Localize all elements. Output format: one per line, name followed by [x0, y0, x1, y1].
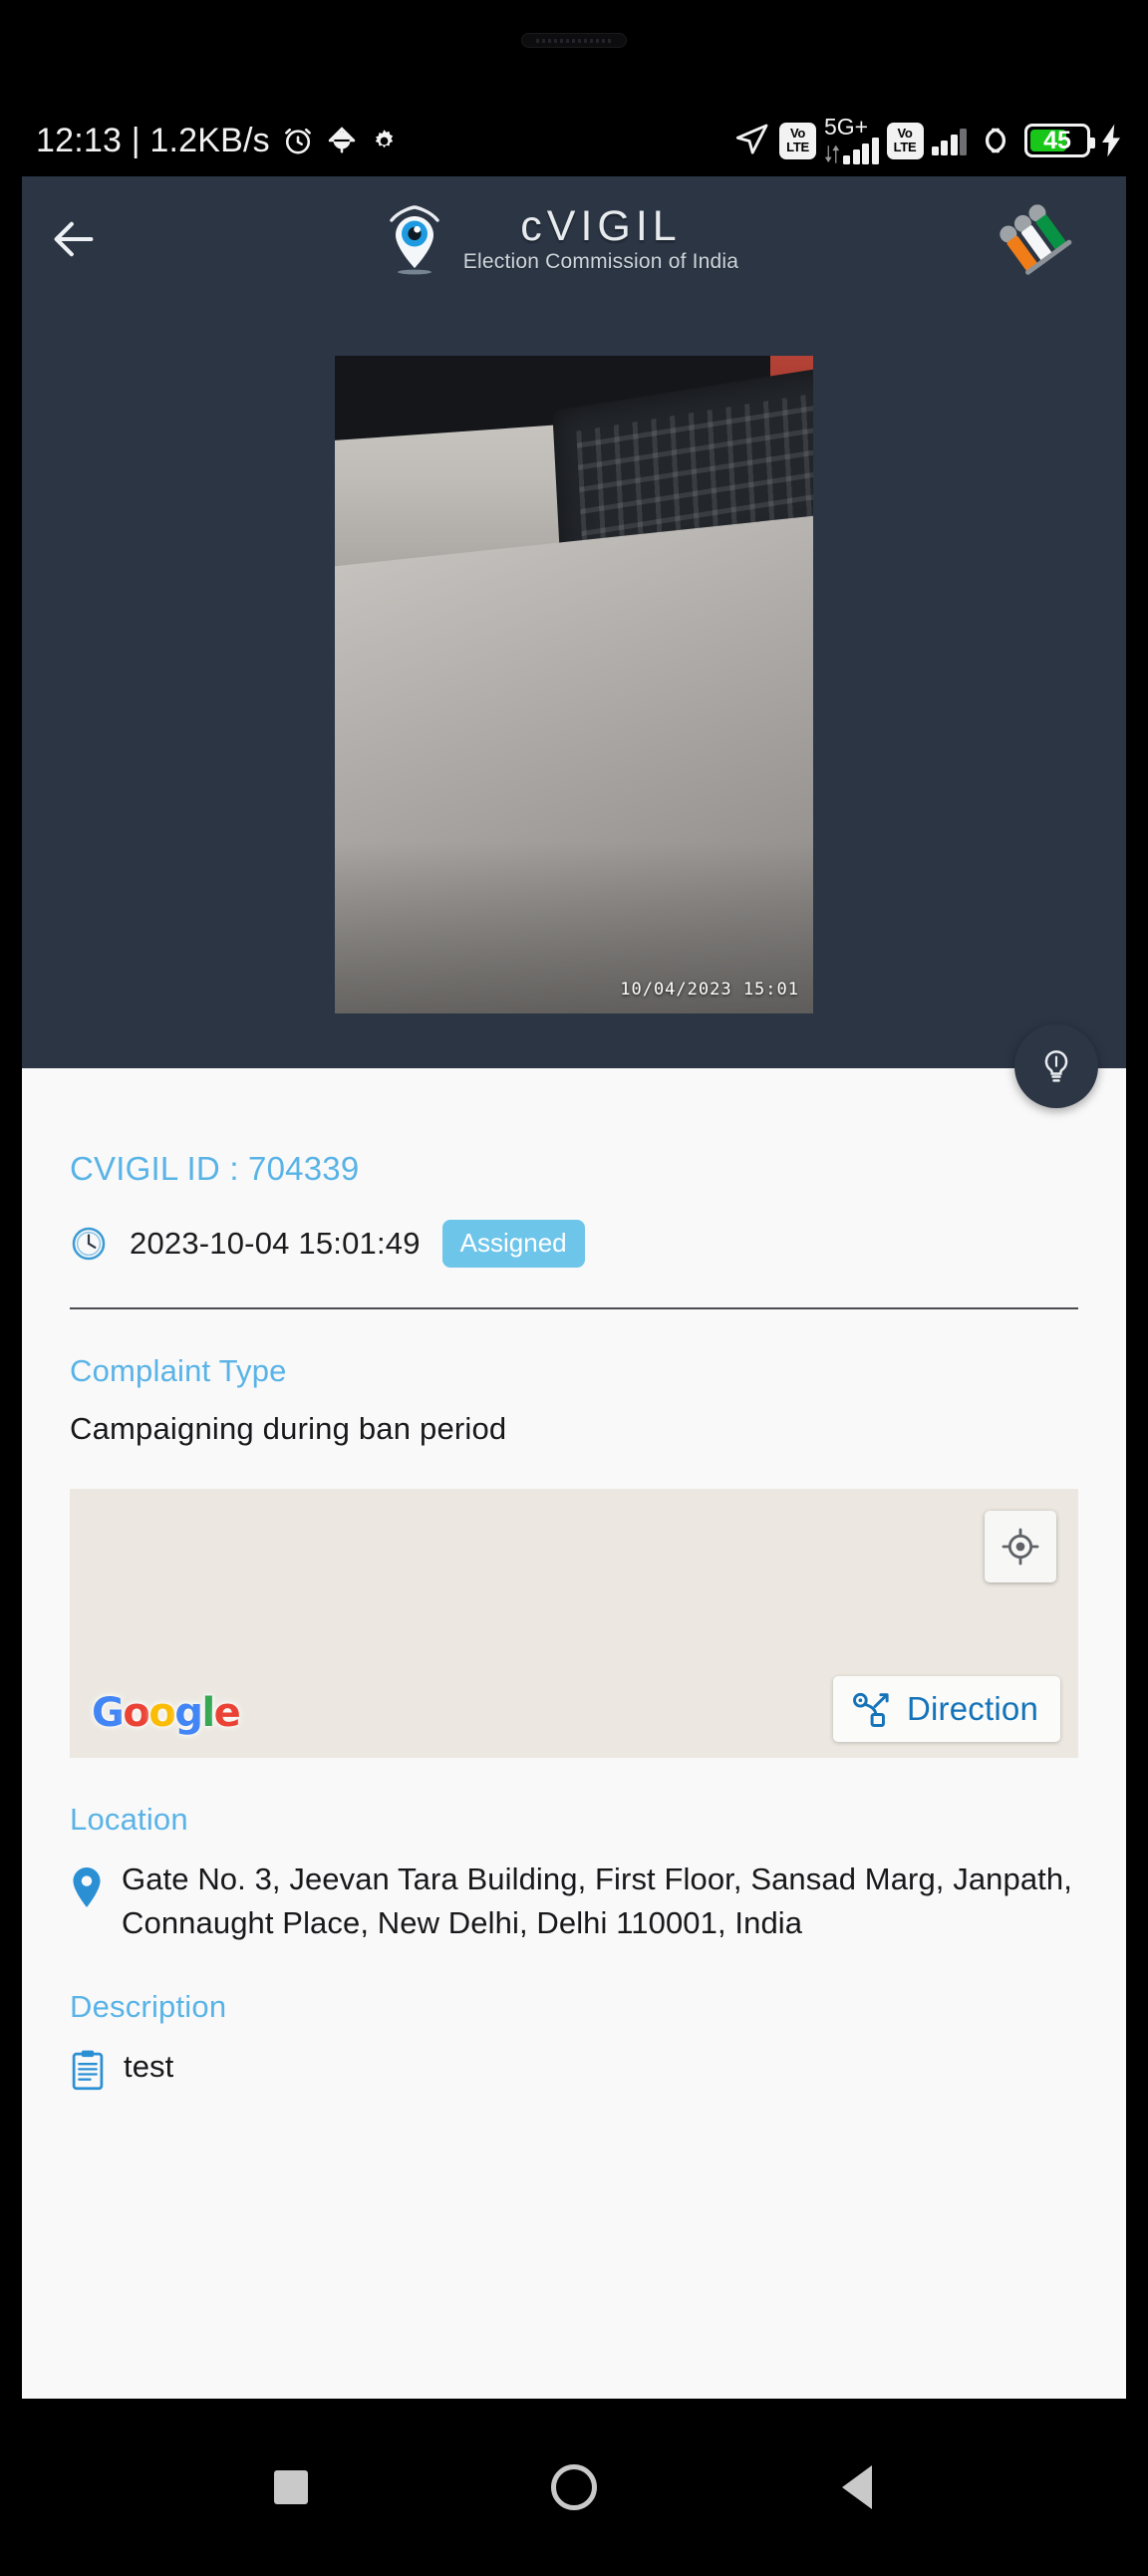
app-bar: cVIGIL Election Commission of India — [22, 176, 1126, 301]
evidence-photo[interactable]: 10/04/2023 15:01 — [335, 356, 813, 1013]
location-row: Gate No. 3, Jeevan Tara Building, First … — [70, 1858, 1078, 1945]
gear-icon — [375, 129, 394, 147]
circle-icon — [551, 2464, 597, 2510]
status-bar: 12:13 | 1.2KB/s Vo LTE 5G+ Vo LTE 45 — [0, 105, 1148, 176]
cvigil-eye-pin-logo — [384, 200, 445, 278]
brand-block: cVIGIL Election Commission of India — [126, 200, 997, 278]
submission-meta-row: 2023-10-04 15:01:49 Assigned — [70, 1220, 1078, 1268]
home-button[interactable] — [432, 2464, 716, 2510]
eci-tricolour-logo — [997, 203, 1074, 275]
navigation-arrow-icon — [735, 124, 768, 154]
data-transfer-icon — [824, 144, 840, 163]
evidence-media-area[interactable]: 10/04/2023 15:01 — [22, 301, 1126, 1108]
description-value: test — [124, 2049, 174, 2084]
map-pin-icon — [73, 1867, 101, 1907]
app-subtitle: Election Commission of India — [462, 249, 739, 273]
brand-text: cVIGIL Election Commission of India — [463, 203, 738, 275]
complaint-type-value: Campaigning during ban period — [70, 1411, 507, 1446]
recenter-map-button[interactable] — [985, 1511, 1056, 1582]
complaint-detail-card: CVIGIL ID : 704339 2023-10-04 15:01:49 A… — [22, 1068, 1126, 2399]
crosshair-icon — [1002, 1528, 1039, 1566]
signal-bars-2 — [931, 126, 967, 155]
network-5g-group: 5G+ — [824, 114, 879, 164]
description-row: test — [70, 2045, 1078, 2091]
square-icon — [274, 2470, 308, 2504]
status-bar-right: Vo LTE 5G+ Vo LTE 45 — [731, 114, 1124, 164]
volte-badge-2: Vo LTE — [886, 122, 924, 159]
lightbulb-fab-button[interactable] — [1014, 1024, 1098, 1108]
description-label: Description — [70, 1989, 227, 2024]
status-clock-and-datarate: 12:13 | 1.2KB/s — [36, 121, 270, 159]
location-map[interactable]: Google Direction — [70, 1489, 1078, 1758]
status-bar-left: 12:13 | 1.2KB/s — [36, 122, 400, 160]
triangle-back-icon — [842, 2465, 872, 2509]
android-navigation-bar — [0, 2399, 1148, 2576]
volte-badge: Vo LTE — [779, 122, 816, 159]
charging-bolt-icon — [1102, 124, 1120, 157]
location-value: Gate No. 3, Jeevan Tara Building, First … — [122, 1861, 1072, 1940]
directions-route-icon — [853, 1692, 889, 1727]
device-top-bezel — [0, 0, 1148, 105]
complaint-type-label: Complaint Type — [70, 1353, 287, 1388]
clipboard-icon — [72, 2050, 104, 2091]
lightbulb-icon — [1044, 1050, 1068, 1082]
arrow-left-icon — [54, 221, 94, 256]
alarm-icon — [284, 128, 311, 154]
dual-sim-icon — [986, 128, 1005, 153]
bug-icon — [328, 127, 356, 153]
direction-label: Direction — [906, 1690, 1038, 1727]
cvigil-id: CVIGIL ID : 704339 — [70, 1150, 360, 1187]
section-divider — [70, 1307, 1078, 1309]
submitted-timestamp: 2023-10-04 15:01:49 — [130, 1226, 421, 1261]
direction-button[interactable]: Direction — [832, 1676, 1060, 1742]
app-title: cVIGIL — [520, 201, 682, 250]
location-label: Location — [70, 1802, 188, 1837]
back-button[interactable] — [22, 176, 126, 301]
google-watermark: Google — [92, 1690, 241, 1736]
photo-timestamp-overlay: 10/04/2023 15:01 — [620, 980, 799, 1000]
network-type-label: 5G+ — [824, 114, 869, 140]
back-nav-button[interactable] — [716, 2465, 999, 2509]
battery-icon: 45 — [1024, 124, 1095, 157]
app-screen: cVIGIL Election Commission of India 10/0… — [22, 176, 1126, 2399]
front-camera-speaker-pill — [521, 33, 627, 48]
status-badge: Assigned — [441, 1220, 585, 1268]
clock-icon — [72, 1227, 106, 1261]
phone-frame: 12:13 | 1.2KB/s Vo LTE 5G+ Vo LTE 45 cVI… — [0, 0, 1148, 2576]
signal-bars-1 — [843, 135, 879, 164]
recents-button[interactable] — [149, 2470, 432, 2504]
